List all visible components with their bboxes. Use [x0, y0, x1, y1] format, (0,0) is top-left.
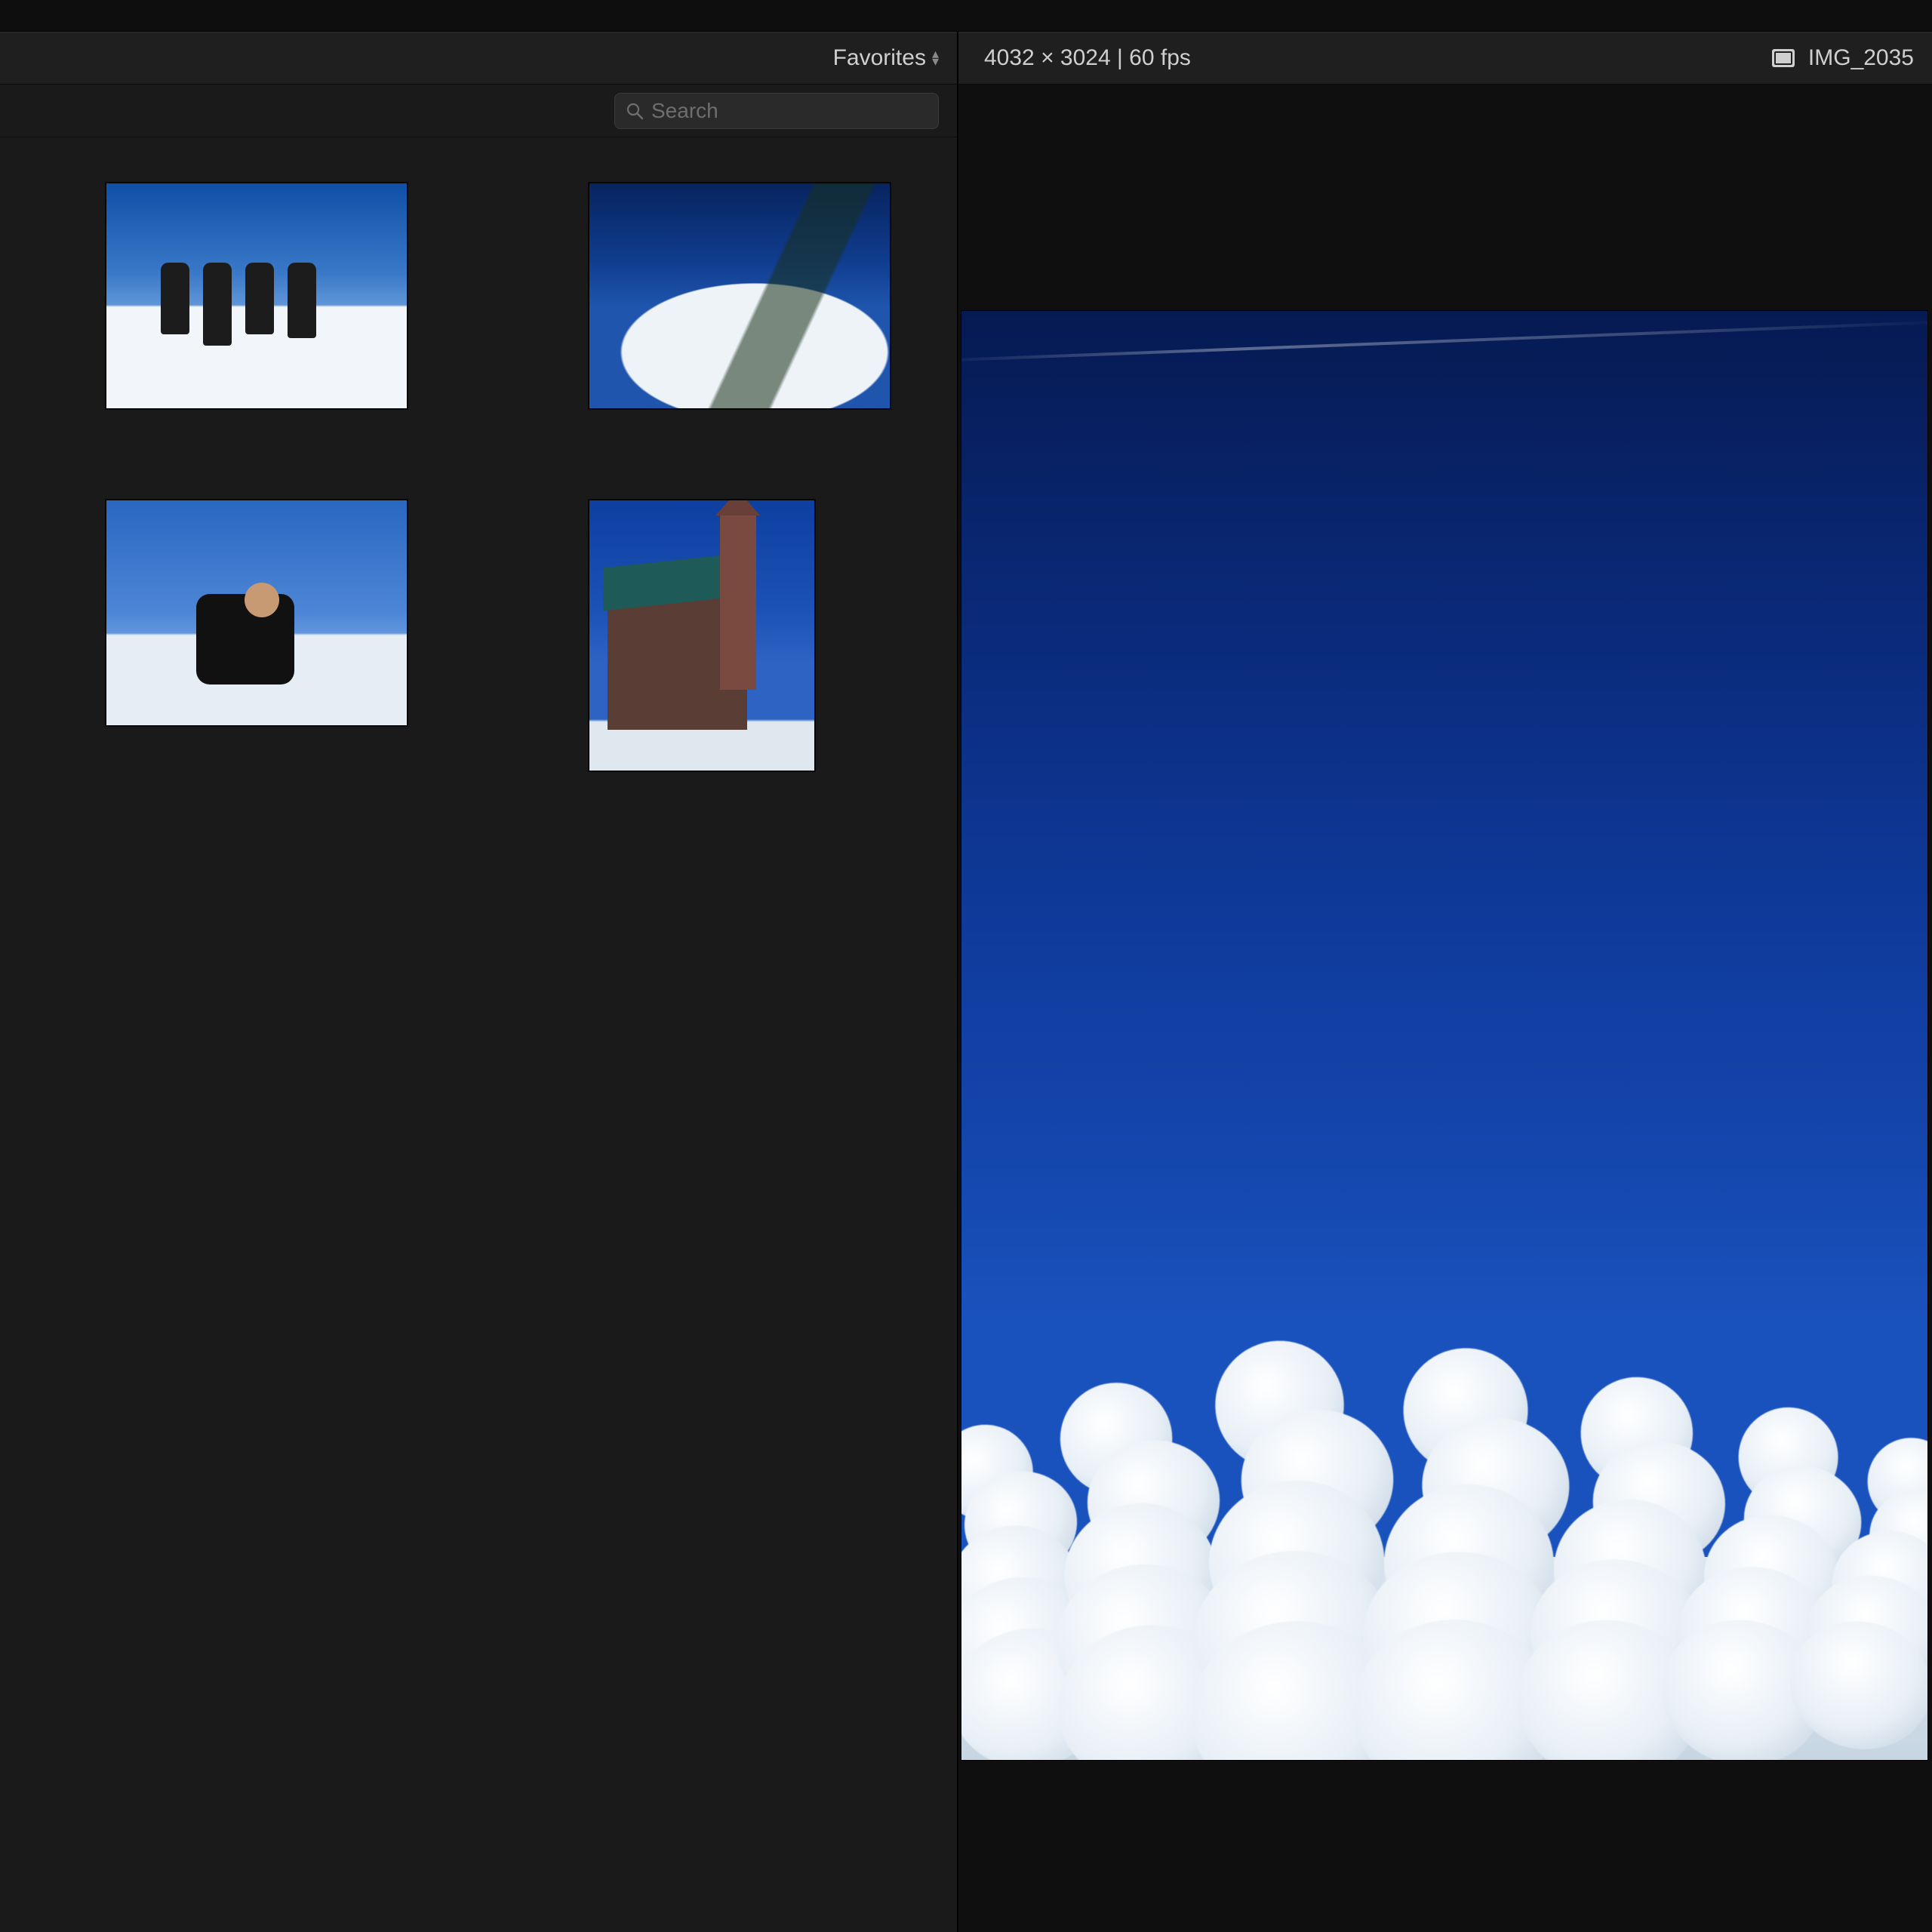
thumb-snowy-mountain[interactable]: [589, 183, 891, 409]
main-split: Favorites ▴▾: [0, 32, 1932, 1932]
viewer-toolbar: 4032 × 3024 | 60 fps IMG_2035: [958, 32, 1932, 85]
thumb-illustration: [245, 583, 279, 617]
thumb-group-ski[interactable]: [106, 183, 408, 409]
info-separator: |: [1117, 45, 1129, 70]
clip-icon: [1772, 49, 1795, 67]
preview-illustration: [1259, 1642, 1379, 1647]
viewer-panel: 4032 × 3024 | 60 fps IMG_2035: [958, 32, 1932, 1932]
viewer-info: 4032 × 3024 | 60 fps: [984, 45, 1191, 71]
thumbnail-area[interactable]: [0, 137, 957, 1932]
thumb-illustration: [196, 594, 294, 685]
preview-illustration: [1426, 1641, 1541, 1647]
thumb-church-building[interactable]: [589, 500, 815, 771]
viewer-title-group: IMG_2035: [1772, 45, 1914, 71]
preview-image[interactable]: [961, 311, 1927, 1760]
preview-illustration: [1850, 1633, 1927, 1654]
search-input[interactable]: [651, 99, 928, 123]
thumbnail-grid: [45, 183, 912, 771]
window-titlebar: [0, 0, 1932, 32]
thumb-sitting-snow[interactable]: [106, 500, 408, 726]
clip-name: IMG_2035: [1808, 45, 1914, 71]
filter-label: Favorites: [833, 45, 926, 71]
preview-illustration: [961, 320, 1927, 363]
filter-dropdown[interactable]: Favorites ▴▾: [833, 45, 939, 71]
viewer-body[interactable]: [958, 85, 1932, 1932]
search-icon: [626, 102, 644, 120]
clip-fps: 60 fps: [1129, 45, 1191, 70]
clip-dimensions: 4032 × 3024: [984, 45, 1111, 70]
search-field-wrap[interactable]: [614, 93, 939, 129]
app-root: Favorites ▴▾: [0, 0, 1932, 1932]
thumb-illustration: [720, 511, 756, 689]
sort-arrows-icon: ▴▾: [932, 51, 939, 66]
media-browser-panel: Favorites ▴▾: [0, 32, 958, 1932]
thumb-illustration: [161, 263, 316, 346]
preview-illustration: [1586, 1638, 1689, 1651]
browser-toolbar: Favorites ▴▾: [0, 32, 957, 85]
search-row: [0, 85, 957, 137]
